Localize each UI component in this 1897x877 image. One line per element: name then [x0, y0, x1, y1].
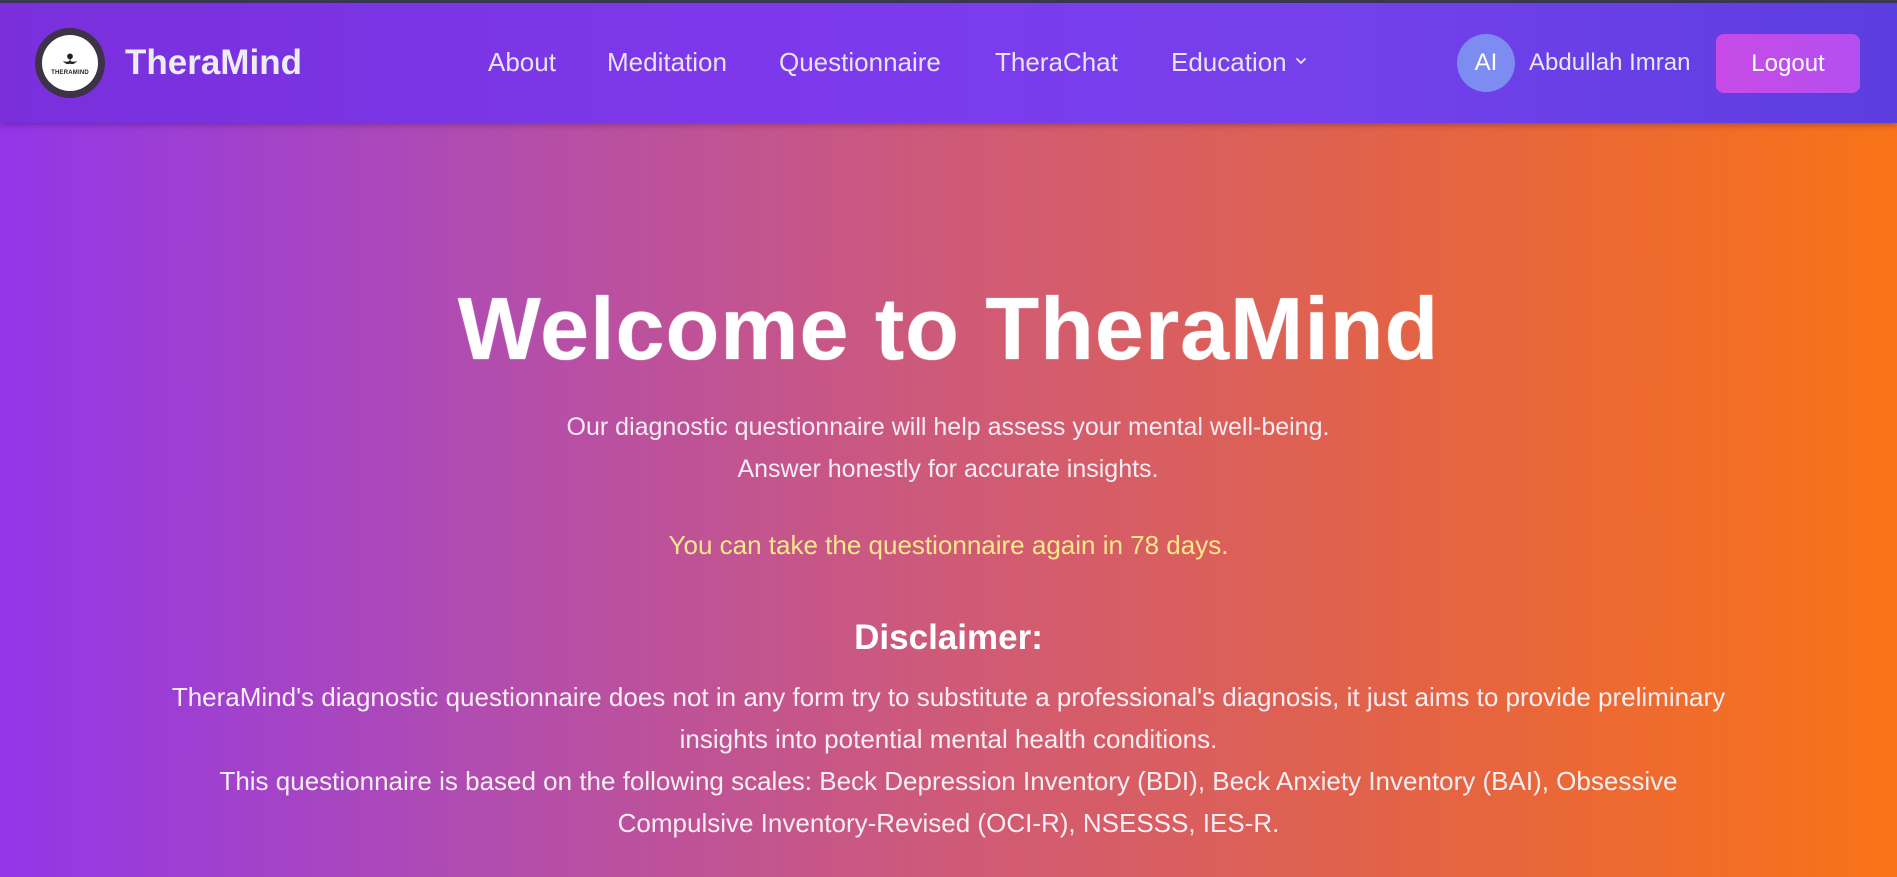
nav-questionnaire-link[interactable]: Questionnaire: [779, 47, 941, 78]
disclaimer-body: TheraMind's diagnostic questionnaire doe…: [170, 676, 1727, 844]
nav-about-link[interactable]: About: [488, 47, 556, 78]
nav-therachat-link[interactable]: TheraChat: [995, 47, 1118, 78]
nav-education-dropdown[interactable]: Education: [1171, 47, 1307, 78]
logo-icon[interactable]: THERAMIND: [35, 28, 105, 98]
disclaimer-paragraph: TheraMind's diagnostic questionnaire doe…: [171, 682, 1726, 754]
disclaimer-title: Disclaimer:: [854, 618, 1043, 657]
user-name[interactable]: Abdullah Imran: [1529, 49, 1690, 77]
user-avatar[interactable]: AI: [1457, 34, 1515, 92]
logo-badge: THERAMIND: [42, 35, 98, 91]
nav-meditation-link[interactable]: Meditation: [607, 47, 727, 78]
disclaimer-scales-paragraph: This questionnaire is based on the follo…: [219, 766, 1678, 838]
brand-name[interactable]: TheraMind: [125, 43, 302, 83]
nav-education-label: Education: [1171, 47, 1287, 77]
retake-notice: You can take the questionnaire again in …: [668, 530, 1229, 560]
hero-intro: Our diagnostic questionnaire will help a…: [566, 413, 1330, 483]
brand[interactable]: THERAMIND TheraMind: [35, 28, 302, 98]
lotus-hands-icon: [62, 53, 78, 64]
chevron-down-icon: [1295, 58, 1306, 65]
logout-button[interactable]: Logout: [1716, 34, 1860, 93]
top-navbar: THERAMIND TheraMind About Meditation Que…: [0, 3, 1897, 123]
hero-title: Welcome to TheraMind: [457, 279, 1440, 378]
logo-text: THERAMIND: [51, 69, 89, 76]
